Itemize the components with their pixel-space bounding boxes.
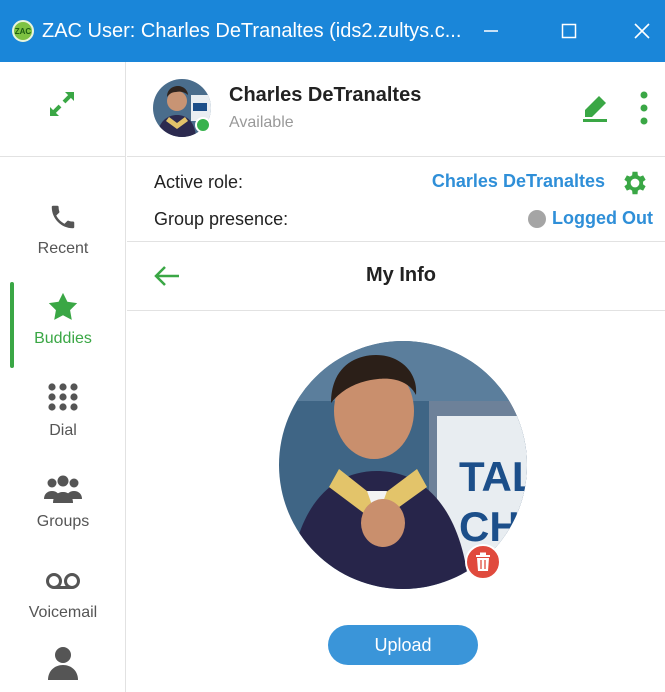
sidebar-item-buddies[interactable]: Buddies [0, 276, 126, 368]
sidebar-item-voicemail[interactable]: Voicemail [0, 550, 126, 638]
sidebar-item-recent[interactable]: Recent [0, 186, 126, 274]
svg-text:TAL: TAL [459, 453, 527, 500]
sidebar-item-profile[interactable] [0, 632, 126, 692]
sidebar-item-label: Dial [49, 422, 77, 439]
group-presence-status[interactable]: Logged Out [528, 208, 653, 229]
sidebar-item-label: Buddies [34, 330, 92, 347]
sidebar-item-groups[interactable]: Groups [0, 459, 126, 547]
pencil-icon [583, 96, 607, 122]
group-presence-label: Group presence: [154, 209, 289, 229]
voicemail-icon [46, 573, 80, 589]
active-role-label: Active role: [154, 172, 244, 192]
page-title: My Info [366, 264, 436, 286]
close-button[interactable] [619, 10, 665, 52]
trash-icon [476, 552, 490, 571]
minimize-icon [484, 30, 498, 32]
gear-icon [624, 171, 646, 195]
window-title: ZAC User: Charles DeTranaltes (ids2.zult… [42, 20, 462, 42]
sidebar-divider [0, 156, 126, 157]
user-header: Charles DeTranaltes Available [127, 62, 665, 157]
sidebar-item-label: Groups [36, 513, 90, 530]
expand-arrows-icon [50, 92, 74, 116]
sidebar-item-dial[interactable]: Dial [0, 368, 126, 456]
more-vertical-icon [640, 91, 648, 125]
star-icon [48, 292, 78, 320]
dialpad-icon [48, 383, 78, 411]
upload-button[interactable]: Upload [328, 625, 478, 665]
page-header: My Info [127, 242, 665, 311]
expand-button[interactable] [40, 82, 84, 126]
sidebar-item-label: Voicemail [28, 604, 98, 621]
group-presence-value: Logged Out [552, 208, 653, 228]
svg-text:CH: CH [459, 503, 520, 550]
phone-icon [51, 205, 75, 229]
title-bar: ZAC ZAC User: Charles DeTranaltes (ids2.… [0, 0, 665, 62]
presence-status-dot [195, 117, 211, 133]
role-section: Active role: Charles DeTranaltes Group p… [127, 157, 665, 242]
edit-button[interactable] [573, 86, 617, 130]
group-icon [44, 475, 82, 503]
active-role-link[interactable]: Charles DeTranaltes [432, 171, 605, 192]
person-icon [48, 647, 78, 680]
minimize-button[interactable] [468, 10, 514, 52]
maximize-icon [561, 23, 577, 39]
more-options-button[interactable] [629, 86, 659, 130]
sidebar-item-label: Recent [37, 240, 89, 257]
presence-dot-icon [528, 209, 547, 228]
sidebar: Recent Buddies Dial Groups Voicemail [0, 62, 126, 692]
user-name: Charles DeTranaltes [229, 84, 422, 106]
close-icon [634, 23, 650, 39]
maximize-button[interactable] [546, 10, 592, 52]
user-status: Available [229, 114, 294, 131]
role-settings-button[interactable] [619, 167, 651, 199]
app-icon-text: ZAC [14, 26, 32, 36]
zac-app-icon: ZAC [12, 20, 34, 42]
delete-photo-button[interactable] [465, 544, 501, 580]
